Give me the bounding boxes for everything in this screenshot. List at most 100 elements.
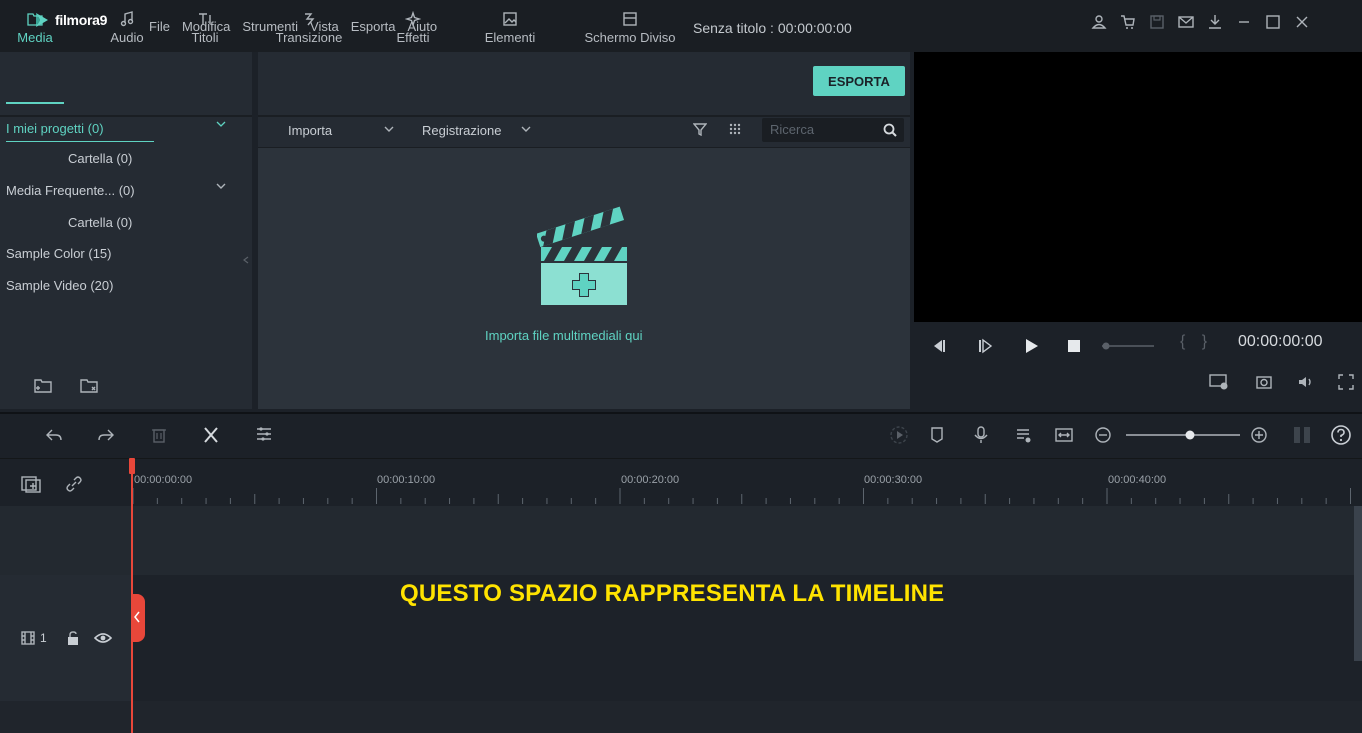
ruler-label: 00:00:00:00: [134, 474, 193, 486]
link-icon[interactable]: [64, 474, 84, 494]
timeline-vertical-scrollbar[interactable]: [1354, 506, 1362, 661]
tab-transizione-label: Transizione: [275, 30, 343, 45]
player-timecode: 00:00:00:00: [1238, 333, 1323, 350]
volume-icon[interactable]: [1296, 372, 1316, 392]
preview-player[interactable]: [914, 52, 1362, 322]
split-screen-icon: [623, 12, 637, 26]
document-title: Senza titolo : 00:00:00:00: [693, 20, 852, 36]
timeline-caption: QUESTO SPAZIO RAPPRESENTA LA TIMELINE: [400, 580, 945, 607]
tab-media[interactable]: Media: [6, 8, 64, 45]
clapperboard-icon[interactable]: [537, 205, 631, 307]
chevron-down-icon[interactable]: [216, 182, 226, 190]
tab-media-label: Media: [17, 30, 53, 45]
tab-audio-label: Audio: [110, 30, 144, 45]
folder-icon: [27, 13, 43, 26]
image-icon: [503, 12, 517, 26]
grid-view-icon[interactable]: [728, 122, 742, 136]
export-button[interactable]: ESPORTA: [813, 66, 905, 96]
close-icon[interactable]: [1293, 13, 1311, 31]
tab-audio[interactable]: Audio: [98, 8, 156, 45]
zoom-in-icon[interactable]: [1250, 426, 1268, 444]
search-placeholder: Ricerca: [770, 122, 815, 137]
playhead-handle[interactable]: [131, 594, 145, 642]
tab-titoli[interactable]: Titoli: [176, 8, 234, 45]
tab-effetti-label: Effetti: [396, 30, 430, 45]
save-icon[interactable]: [1148, 13, 1166, 31]
play-icon[interactable]: [1022, 338, 1040, 354]
ruler-ticks: [132, 488, 1351, 504]
user-icon[interactable]: [1090, 13, 1108, 31]
delete-folder-icon[interactable]: [80, 377, 100, 395]
library-item-underline: [6, 141, 154, 142]
ruler-label: 00:00:10:00: [377, 474, 436, 486]
window-controls: [1090, 13, 1311, 31]
next-frame-icon[interactable]: [976, 338, 994, 354]
filter-icon[interactable]: [693, 122, 707, 136]
fullscreen-icon[interactable]: [1336, 372, 1356, 392]
marker-icon[interactable]: [928, 425, 946, 445]
snapshot-icon[interactable]: [1254, 372, 1274, 392]
playhead-marker[interactable]: [129, 458, 135, 474]
tab-schermo-diviso[interactable]: Schermo Diviso: [568, 8, 692, 45]
new-folder-icon[interactable]: [34, 377, 54, 395]
zoom-out-icon[interactable]: [1094, 426, 1112, 444]
render-icon[interactable]: [888, 424, 910, 446]
tab-titoli-label: Titoli: [191, 30, 219, 45]
mail-icon[interactable]: [1177, 13, 1195, 31]
split-cut-icon[interactable]: [200, 424, 222, 446]
prev-frame-icon[interactable]: [930, 338, 948, 354]
download-icon[interactable]: [1206, 13, 1224, 31]
library-item-sample-color[interactable]: Sample Color (15): [6, 246, 112, 261]
undo-icon[interactable]: [44, 426, 64, 444]
maximize-icon[interactable]: [1264, 13, 1282, 31]
ruler-label: 00:00:20:00: [621, 474, 680, 486]
active-tab-indicator: [6, 102, 64, 104]
library-item-my-projects[interactable]: I miei progetti (0): [6, 121, 104, 136]
redo-icon[interactable]: [96, 426, 116, 444]
import-dropdown[interactable]: Importa: [288, 123, 332, 138]
record-dropdown[interactable]: Registrazione: [422, 123, 502, 138]
library-panel: [0, 52, 252, 409]
tab-elementi[interactable]: Elementi: [474, 8, 546, 45]
zoom-slider[interactable]: [1124, 428, 1242, 442]
library-item-frequent-media[interactable]: Media Frequente... (0): [6, 183, 135, 198]
tab-effetti[interactable]: Effetti: [384, 8, 442, 45]
video-track-icon: [21, 631, 35, 645]
audio-track[interactable]: [0, 701, 1362, 733]
transition-icon: [305, 13, 315, 26]
eye-icon[interactable]: [94, 631, 112, 645]
library-item-folder[interactable]: Cartella (0): [68, 151, 132, 166]
cart-icon[interactable]: [1119, 13, 1137, 31]
music-note-icon: [120, 11, 134, 27]
library-item-folder[interactable]: Cartella (0): [68, 215, 132, 230]
chevron-down-icon[interactable]: [384, 125, 394, 133]
text-icon: [199, 13, 211, 25]
minimize-icon[interactable]: [1235, 13, 1253, 31]
tab-elementi-label: Elementi: [484, 30, 536, 45]
collapse-arrow-icon[interactable]: [243, 256, 249, 264]
library-item-sample-video[interactable]: Sample Video (20): [6, 278, 113, 293]
audio-mixer-icon[interactable]: [1014, 425, 1034, 445]
playback-progress-slider[interactable]: [1100, 340, 1156, 352]
help-icon[interactable]: [1330, 424, 1352, 446]
search-icon[interactable]: [882, 122, 898, 138]
search-input[interactable]: Ricerca: [762, 118, 904, 142]
adjust-icon[interactable]: [254, 424, 274, 444]
chevron-left-icon: [134, 611, 140, 623]
lock-icon[interactable]: [66, 630, 80, 646]
tab-transizione[interactable]: Transizione: [266, 8, 352, 45]
pause-bars-icon[interactable]: [1290, 424, 1314, 446]
add-track-icon[interactable]: [20, 474, 42, 494]
effects-icon: [405, 11, 421, 27]
ruler-label: 00:00:30:00: [864, 474, 923, 486]
render-preview-icon[interactable]: [1208, 372, 1230, 392]
chevron-down-icon[interactable]: [521, 125, 531, 133]
divider: [0, 115, 252, 117]
chevron-down-icon[interactable]: [216, 120, 226, 128]
voiceover-mic-icon[interactable]: [972, 425, 990, 445]
delete-icon[interactable]: [150, 426, 168, 444]
track-number: 1: [40, 631, 47, 645]
stop-icon[interactable]: [1066, 338, 1082, 354]
mark-in-out-braces[interactable]: { }: [1180, 333, 1213, 351]
fit-timeline-icon[interactable]: [1054, 425, 1074, 445]
